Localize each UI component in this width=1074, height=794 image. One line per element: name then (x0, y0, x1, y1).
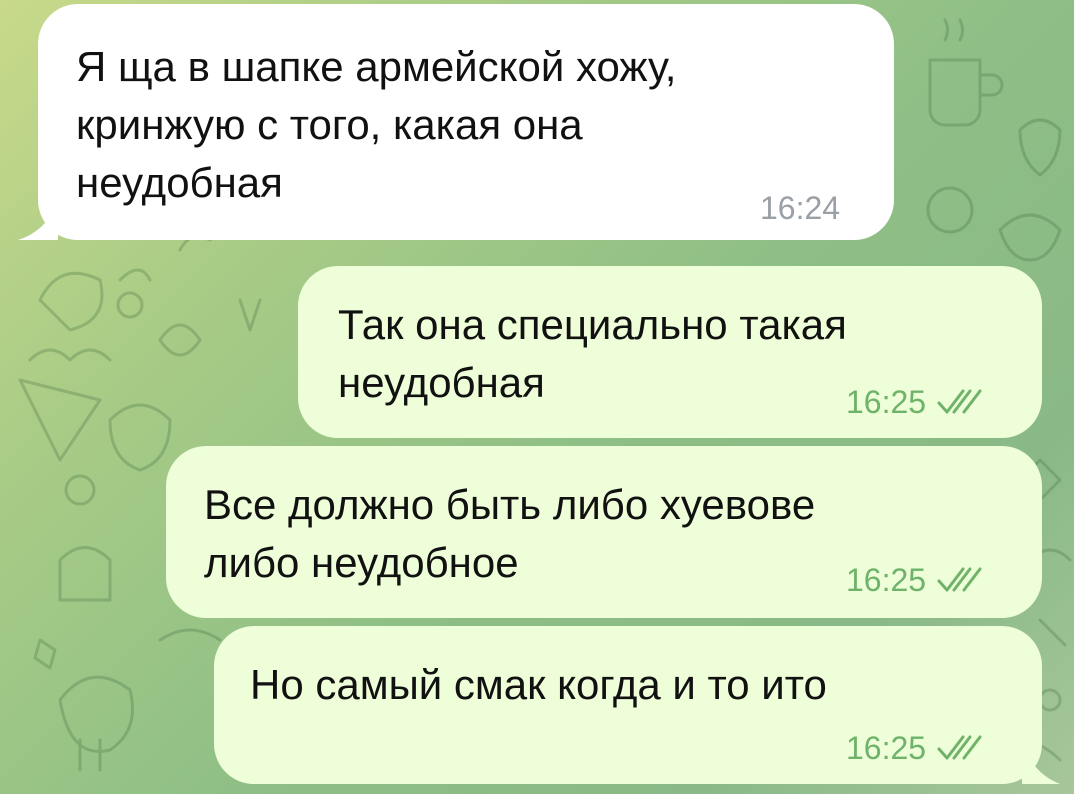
message-bubble-outgoing[interactable]: Так она специально такая неудобная 16:25 (298, 266, 1042, 438)
message-time-label: 16:24 (760, 190, 841, 226)
message-bubble-incoming[interactable]: Я ща в шапке армейской хожу, кринжую с т… (38, 4, 894, 240)
chat-background: Я ща в шапке армейской хожу, кринжую с т… (0, 0, 1074, 794)
message-time: 16:25 (846, 384, 982, 420)
message-bubble-outgoing[interactable]: Все должно быть либо хуевове либо неудоб… (166, 446, 1042, 618)
message-time-label: 16:25 (846, 562, 927, 598)
message-text: Я ща в шапке армейской хожу, кринжую с т… (76, 43, 677, 206)
double-check-icon (937, 735, 982, 760)
double-check-icon (937, 389, 982, 414)
message-time-label: 16:25 (846, 730, 927, 766)
double-check-icon (937, 567, 982, 592)
message-time-label: 16:25 (846, 384, 927, 420)
outgoing-bubble-tail (1022, 744, 1060, 784)
message-bubble-outgoing[interactable]: Но самый смак когда и то ито 16:25 (214, 626, 1042, 784)
message-text: Но самый смак когда и то ито (250, 661, 827, 708)
message-time: 16:25 (846, 562, 982, 598)
message-time: 16:24 (760, 190, 840, 226)
message-time: 16:25 (846, 730, 982, 766)
